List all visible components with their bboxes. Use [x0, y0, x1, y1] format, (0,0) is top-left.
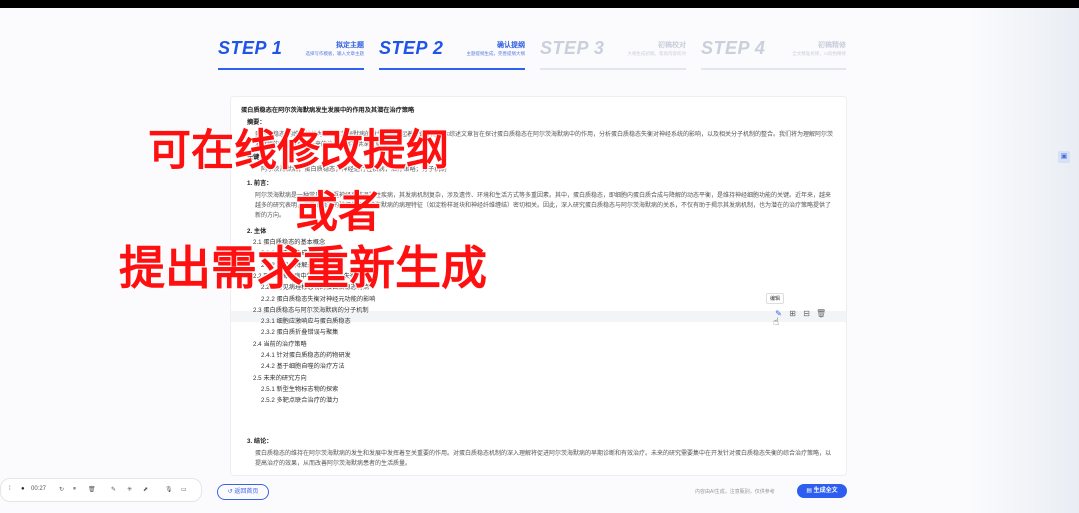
back-home-button[interactable]: ↺ 返回首页 [217, 484, 269, 500]
recorder-time: 00:27 [31, 486, 47, 492]
screen-recorder-bar: ⁞ ● 00:27 ↻ ⏸ 🗑 ✎ ✳ ⬈ 🎙 ▭ [0, 478, 202, 502]
step-4[interactable]: STEP 4 初稿精修 全文精准校修，AI润色精修 [701, 32, 846, 70]
overlay-caption-3: 提出需求重新生成 [119, 242, 487, 294]
outline-item[interactable]: 2.5.1 新型生物标志物的探索 [261, 386, 338, 394]
pen-icon[interactable]: ✎ [111, 486, 116, 493]
delete-icon[interactable]: 🗑 [816, 309, 826, 318]
step-number: STEP 3 [540, 38, 605, 58]
highlight-icon[interactable]: ✳ [127, 486, 132, 493]
edit-tooltip: 编辑 [766, 293, 785, 304]
step-subtitle: 主题提纲生成，完善提纲大纲 [466, 51, 526, 56]
outline-item[interactable]: 2.4.1 针对蛋白质稳态的药物研发 [261, 352, 351, 360]
outline-item[interactable]: 2.3 蛋白质稳态与阿尔茨海默病的分子机制 [253, 307, 369, 315]
app-frame: STEP 1 拟定主题 选择写作模板，输入文章主题 STEP 2 确认提纲 主题… [0, 8, 1079, 513]
insert-below-icon[interactable]: ⊟ [802, 309, 811, 318]
step-subtitle: 选择写作模板，输入文章主题 [305, 51, 365, 56]
outline-item[interactable]: 2.4 当前的治疗策略 [253, 341, 307, 349]
step-title: 初稿精修 [818, 42, 846, 49]
right-edge-fade [969, 8, 1079, 513]
step-title: 拟定主题 [336, 42, 364, 49]
step-progress: STEP 1 拟定主题 选择写作模板，输入文章主题 STEP 2 确认提纲 主题… [218, 32, 846, 70]
step-number: STEP 4 [701, 38, 766, 58]
pause-icon[interactable]: ⏸ [73, 486, 76, 493]
outline-item[interactable]: 2.4.2 基于细胞自噬的治疗方法 [261, 363, 345, 371]
doc-title[interactable]: 蛋白质稳态在阿尔茨海默病发生发展中的作用及其潜在治疗策略 [241, 107, 414, 115]
step-2[interactable]: STEP 2 确认提纲 主题提纲生成，完善提纲大纲 [379, 32, 525, 70]
step-underline [701, 68, 846, 70]
restart-icon[interactable]: ↻ [59, 486, 64, 493]
step-3[interactable]: STEP 3 初稿校对 大纲生成初稿，帮助内容校对 [540, 32, 686, 70]
outline-item[interactable]: 2.5 未来的研究方向 [253, 375, 307, 383]
overlay-caption-2: 或者 [295, 189, 381, 237]
drag-handle-icon[interactable]: ⁞ [9, 486, 11, 492]
section-conclusion-text[interactable]: 蛋白质稳态的维持在阿尔茨海默病的发生和发展中发挥着至关重要的作用。对蛋白质稳态机… [255, 449, 833, 469]
pointer-icon[interactable]: ⬈ [143, 486, 148, 493]
side-panel-icon[interactable]: ▣ [1058, 151, 1070, 163]
generate-full-text-button[interactable]: ▤ 生成全文 [797, 484, 847, 498]
step-subtitle: 全文精准校修，AI润色精修 [792, 51, 846, 56]
section-intro-heading[interactable]: 1. 前言： [247, 180, 272, 188]
top-black-bar [0, 0, 1079, 8]
insert-above-icon[interactable]: ⊞ [788, 309, 797, 318]
back-home-label: 返回首页 [234, 489, 259, 495]
camera-icon[interactable]: ▭ [181, 486, 187, 493]
step-title: 确认提纲 [497, 42, 525, 49]
step-number: STEP 2 [379, 38, 444, 58]
row-toolbar: ✎ ⊞ ⊟ 🗑 [774, 309, 834, 321]
step-subtitle: 大纲生成初稿，帮助内容校对 [627, 51, 687, 56]
step-underline [540, 68, 686, 70]
section-conclusion-heading[interactable]: 3. 结论： [247, 438, 272, 446]
ai-disclaimer: 内容由AI生成，注意甄别，仅供参考 [695, 489, 775, 495]
overlay-caption-1: 可在线修改提纲 [148, 127, 449, 175]
outline-item[interactable]: 2.5.2 多靶点联合治疗的潜力 [261, 397, 338, 405]
step-number: STEP 1 [218, 38, 283, 58]
step-1[interactable]: STEP 1 拟定主题 选择写作模板，输入文章主题 [218, 32, 364, 70]
mic-icon[interactable]: 🎙 [165, 486, 173, 493]
step-underline [379, 68, 525, 70]
hand-cursor-icon: ☝ [773, 317, 780, 328]
outline-item[interactable]: 2.3.1 细胞应激响应与蛋白质稳态 [261, 318, 351, 326]
step-underline [218, 68, 364, 70]
generate-label: 生成全文 [813, 488, 838, 494]
step-title: 初稿校对 [658, 42, 686, 49]
trash-icon[interactable]: 🗑 [88, 486, 96, 493]
outline-item[interactable]: 2.3.2 蛋白质折叠错误与聚集 [261, 329, 338, 337]
record-dot-icon: ● [21, 486, 25, 492]
